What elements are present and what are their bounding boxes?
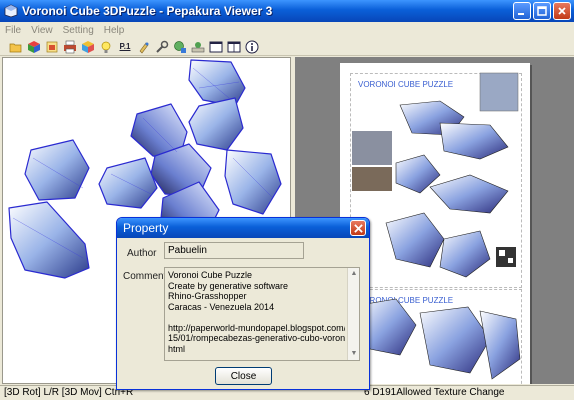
window-title: Voronoi Cube 3DPuzzle - Pepakura Viewer … — [22, 4, 273, 18]
scroll-down-icon[interactable]: ▼ — [349, 349, 359, 359]
close-button[interactable]: Close — [215, 367, 272, 385]
comment-line: html — [168, 343, 186, 354]
status-right: 6 D191Allowed Texture Change — [364, 387, 505, 398]
tray-icon — [191, 41, 205, 52]
page-button[interactable]: P.1 — [116, 39, 134, 55]
unfold-button[interactable] — [44, 39, 60, 55]
info-icon — [245, 40, 259, 53]
page-button-label: P.1 — [119, 42, 131, 51]
paper-stack-icon — [46, 41, 58, 52]
comment-scrollbar[interactable]: ▲ ▼ — [347, 268, 359, 360]
settings-button[interactable] — [136, 39, 152, 55]
minimize-button[interactable] — [513, 2, 531, 20]
paint-icon — [139, 42, 149, 53]
comment-line: Voronoi Cube Puzzle — [168, 270, 253, 280]
split-window-icon — [227, 41, 241, 52]
comment-line: Rhino-Grasshopper — [168, 291, 247, 301]
lightbulb-icon — [101, 41, 111, 53]
window-icon — [209, 41, 223, 52]
split-view-button[interactable] — [226, 39, 242, 55]
puzzle-piece-3d — [98, 157, 158, 209]
texture-cube-icon — [82, 40, 94, 53]
author-label: Author — [127, 248, 157, 259]
maximize-icon — [537, 6, 547, 16]
comment-textarea[interactable]: Voronoi Cube Puzzle Create by generative… — [164, 267, 360, 361]
printer-icon — [64, 40, 76, 53]
puzzle-piece-3d — [24, 139, 90, 201]
texture-button[interactable] — [80, 39, 96, 55]
comment-label: Comment — [123, 271, 167, 282]
comment-line: http://paperworld-mundopapel.blogspot.co… — [168, 322, 345, 333]
property-dialog: Property Author Pabuelin Comment Voronoi… — [116, 217, 370, 390]
toolbar: P.1 — [0, 38, 574, 56]
app-icon — [4, 4, 18, 18]
close-icon — [353, 223, 363, 233]
light-button[interactable] — [98, 39, 114, 55]
menu-file[interactable]: File — [0, 25, 26, 36]
photo-thumbnail — [352, 167, 392, 191]
status-left: [3D Rot] L/R [3D Mov] Ctrl+R — [4, 387, 134, 398]
dialog-title-bar: Property — [117, 218, 369, 238]
puzzle-piece-3d — [224, 149, 282, 215]
color-cube-icon — [28, 40, 40, 53]
scroll-up-icon[interactable]: ▲ — [349, 269, 359, 279]
comment-line — [168, 312, 345, 323]
menu-view[interactable]: View — [26, 25, 58, 36]
single-view-button[interactable] — [208, 39, 224, 55]
author-field[interactable]: Pabuelin — [164, 242, 304, 259]
photo-thumbnail — [352, 131, 392, 165]
title-bar: Voronoi Cube 3DPuzzle - Pepakura Viewer … — [0, 0, 574, 22]
edit-mode-button[interactable] — [172, 39, 188, 55]
3d-model-button[interactable] — [26, 39, 42, 55]
close-window-button[interactable] — [553, 2, 571, 20]
globe-icon — [174, 40, 186, 53]
comment-line: Create by generative software — [168, 280, 289, 291]
maximize-button[interactable] — [533, 2, 551, 20]
wrench-icon — [156, 40, 169, 53]
print-button[interactable] — [62, 39, 78, 55]
dialog-close-x-button[interactable] — [350, 220, 366, 236]
puzzle-piece-3d — [8, 201, 90, 279]
dialog-title: Property — [123, 221, 169, 235]
folder-open-icon — [9, 43, 22, 52]
cube-photo — [479, 72, 519, 112]
minimize-icon — [518, 13, 524, 15]
comment-line: 15/01/rompecabezas-generativo-cubo-voron… — [168, 333, 345, 343]
info-button[interactable] — [244, 39, 260, 55]
menu-bar: File View Setting Help — [0, 22, 574, 38]
menu-help[interactable]: Help — [99, 25, 130, 36]
flatten-button[interactable] — [190, 39, 206, 55]
puzzle-piece-3d — [188, 59, 246, 107]
menu-setting[interactable]: Setting — [58, 25, 99, 36]
tools-button[interactable] — [154, 39, 170, 55]
close-icon — [558, 7, 566, 15]
open-button[interactable] — [8, 39, 24, 55]
comment-line: Caracas - Venezuela 2014 — [168, 301, 275, 312]
puzzle-piece-3d — [188, 97, 244, 151]
